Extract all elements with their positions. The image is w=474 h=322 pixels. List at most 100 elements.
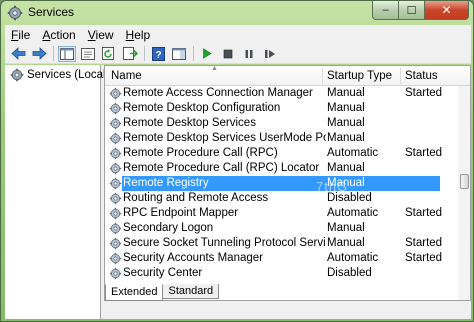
service-name: Remote Desktop Services: [123, 117, 256, 129]
tree-item-label: Services (Local): [27, 69, 110, 81]
vertical-scrollbar[interactable]: [458, 86, 470, 300]
toolbar-separator: [53, 46, 54, 61]
service-startup-type: Disabled: [327, 267, 372, 279]
toolbar-separator: [144, 46, 145, 61]
menu-bar: File Action View Help: [5, 25, 471, 44]
menu-action[interactable]: Action: [42, 28, 75, 42]
maximize-button[interactable]: ☐: [399, 1, 425, 20]
view-tabs: Extended Standard: [105, 284, 220, 301]
service-status: Started: [405, 87, 443, 99]
service-startup-type: Automatic: [327, 147, 379, 159]
stop-service-button[interactable]: [219, 46, 237, 62]
scrollbar-thumb[interactable]: [460, 174, 469, 189]
minimize-button[interactable]: –: [372, 1, 399, 20]
title-bar[interactable]: Services – ☐ ✕: [1, 1, 473, 25]
restart-service-button[interactable]: [261, 46, 279, 62]
column-header-startup-type[interactable]: Startup Type: [327, 70, 392, 82]
watermark-text: 7thG: [316, 179, 349, 194]
service-status: Started: [405, 147, 443, 159]
refresh-icon: [102, 47, 114, 60]
service-startup-type: Manual: [327, 222, 365, 234]
service-name: Remote Procedure Call (RPC) Locator: [123, 162, 320, 174]
console-tree: Services (Local): [5, 65, 109, 319]
refresh-button[interactable]: [100, 46, 118, 62]
table-row[interactable]: Secondary Logon Manual: [105, 221, 470, 236]
tree-item-services-local[interactable]: Services (Local): [10, 68, 109, 82]
start-service-button[interactable]: [198, 46, 216, 62]
service-gear-icon: [109, 207, 122, 220]
service-gear-icon: [109, 267, 122, 280]
service-gear-icon: [109, 192, 122, 205]
properties-button[interactable]: [79, 46, 97, 62]
table-row[interactable]: Remote Registry Manual: [105, 176, 470, 191]
window-title: Services: [28, 5, 75, 19]
table-row[interactable]: Remote Access Connection Manager Manual St…: [105, 86, 470, 101]
table-row[interactable]: Remote Procedure Call (RPC) Automatic Star…: [105, 146, 470, 161]
forward-button[interactable]: [30, 46, 48, 62]
service-rows: Remote Access Connection Manager Manual St…: [105, 86, 470, 281]
forward-icon: [32, 47, 47, 60]
properties-icon: [81, 47, 95, 60]
table-row[interactable]: Remote Desktop Services UserMode Port Re…: [105, 131, 470, 146]
stop-service-icon: [223, 49, 233, 58]
action-pane-button[interactable]: [170, 46, 188, 62]
menu-view[interactable]: View: [88, 28, 114, 42]
close-button[interactable]: ✕: [425, 1, 469, 20]
close-icon: ✕: [441, 3, 452, 17]
service-startup-type: Manual: [327, 102, 365, 114]
table-row[interactable]: Security Accounts Manager Automatic Starte…: [105, 251, 470, 266]
table-row[interactable]: Security Center Disabled: [105, 266, 470, 281]
toolbar-separator: [193, 46, 194, 61]
service-gear-icon: [109, 117, 122, 130]
service-gear-icon: [109, 102, 122, 115]
service-name: Remote Desktop Services UserMode Port Re…: [123, 132, 326, 144]
action-pane-icon: [172, 47, 186, 60]
help-icon: ?: [151, 46, 165, 61]
service-gear-icon: [109, 237, 122, 250]
restart-service-icon: [265, 49, 275, 58]
back-button[interactable]: [9, 46, 27, 62]
export-list-icon: [122, 47, 138, 60]
toolbar: ?: [5, 44, 471, 64]
svg-text:?: ?: [155, 50, 161, 61]
pause-service-button[interactable]: [240, 46, 258, 62]
column-divider[interactable]: [400, 68, 401, 84]
table-row[interactable]: Secure Socket Tunneling Protocol Service…: [105, 236, 470, 251]
column-header-status[interactable]: Status: [405, 70, 438, 82]
tab-extended[interactable]: Extended: [105, 284, 164, 301]
service-gear-icon: [109, 147, 122, 160]
services-list: ▲ Name Startup Type Status Remote Access…: [104, 65, 471, 301]
service-name: Remote Procedure Call (RPC): [123, 147, 278, 159]
table-row[interactable]: Remote Procedure Call (RPC) Locator Manua…: [105, 161, 470, 176]
column-header-row: ▲ Name Startup Type Status: [105, 66, 470, 86]
export-list-button[interactable]: [121, 46, 139, 62]
service-name: Secure Socket Tunneling Protocol Service: [123, 237, 326, 249]
table-row[interactable]: Remote Desktop Services Manual: [105, 116, 470, 131]
show-hide-console-tree-button[interactable]: [58, 45, 76, 62]
maximize-icon: ☐: [406, 4, 417, 17]
start-service-icon: [203, 48, 212, 59]
table-row[interactable]: Remote Desktop Configuration Manual: [105, 101, 470, 116]
service-name: Security Accounts Manager: [123, 252, 263, 264]
service-startup-type: Manual: [327, 117, 365, 129]
pause-service-icon: [245, 49, 253, 58]
service-startup-type: Automatic: [327, 252, 379, 264]
menu-help[interactable]: Help: [126, 28, 151, 42]
service-name: Remote Desktop Configuration: [123, 102, 281, 114]
service-name: Routing and Remote Access: [123, 192, 269, 204]
service-gear-icon: [109, 252, 122, 265]
services-gear-icon: [7, 5, 23, 21]
table-row[interactable]: RPC Endpoint Mapper Automatic Started: [105, 206, 470, 221]
sort-ascending-icon: ▲: [211, 65, 218, 72]
menu-file[interactable]: File: [11, 28, 30, 42]
service-name: Secondary Logon: [123, 222, 214, 234]
help-button[interactable]: ?: [149, 46, 167, 62]
show-hide-console-tree-icon: [60, 47, 74, 60]
column-divider[interactable]: [322, 68, 323, 84]
tab-standard[interactable]: Standard: [163, 284, 220, 299]
table-row[interactable]: Routing and Remote Access Disabled: [105, 191, 470, 206]
back-icon: [10, 47, 25, 60]
column-header-name[interactable]: Name: [111, 70, 142, 82]
service-gear-icon: [109, 132, 122, 145]
service-startup-type: Automatic: [327, 207, 379, 219]
